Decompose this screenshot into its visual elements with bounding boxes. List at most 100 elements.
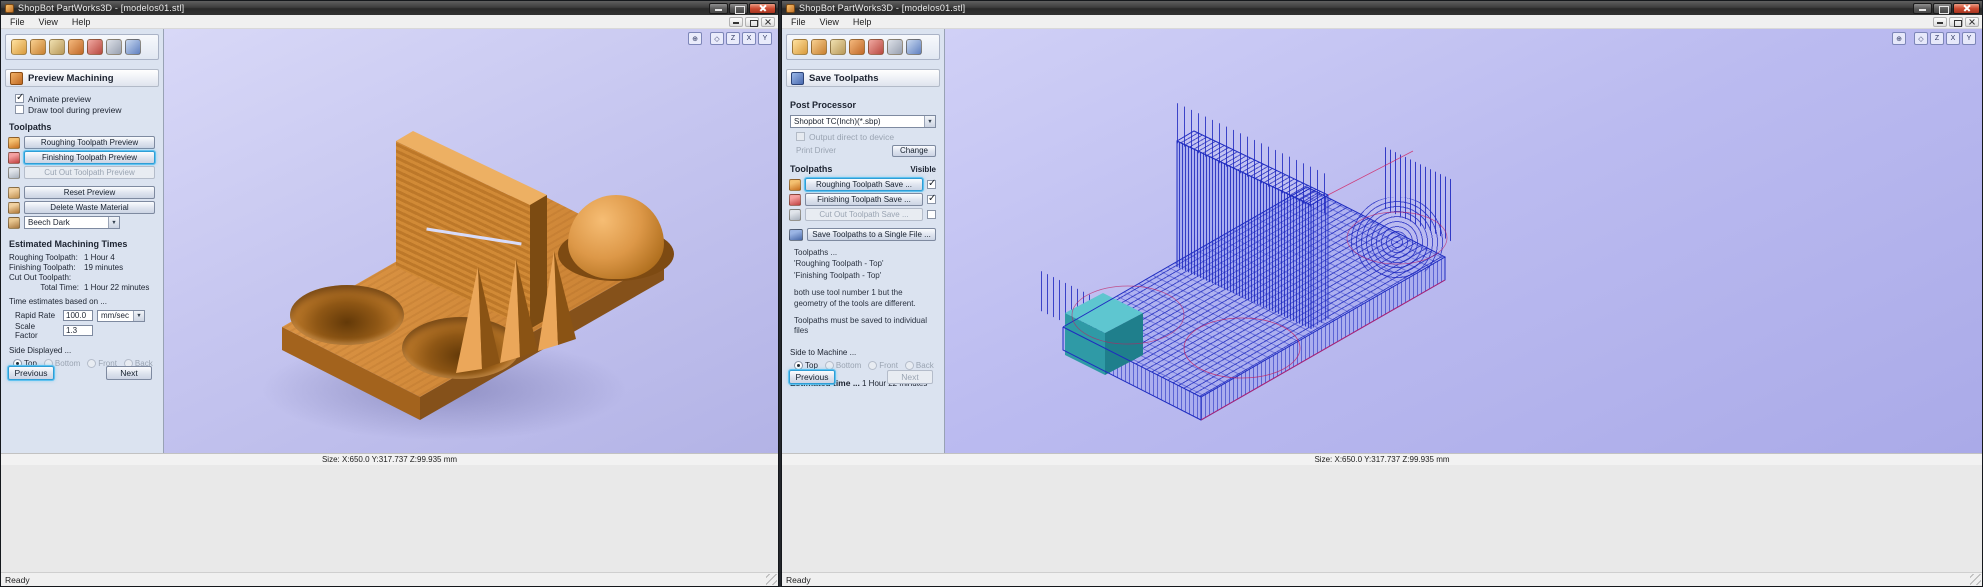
front-view-icon[interactable]: X bbox=[742, 32, 756, 45]
info-line: Toolpaths must be saved to individual fi… bbox=[794, 315, 927, 336]
maximize-button[interactable] bbox=[1933, 2, 1952, 14]
rapid-rate-unit-select[interactable]: mm/sec ▼ bbox=[97, 309, 145, 322]
side-view-icon[interactable]: Y bbox=[758, 32, 772, 45]
previous-button[interactable]: Previous bbox=[789, 370, 835, 384]
title-bar[interactable]: ShopBot PartWorks3D - [modelos01.stl] bbox=[1, 1, 778, 15]
finishing-visible-checkbox[interactable] bbox=[927, 193, 936, 204]
roughing-toolpath-preview-button[interactable]: Roughing Toolpath Preview bbox=[24, 136, 155, 149]
machining-preview-3d-view[interactable]: ⊕ ◇ Z X Y bbox=[164, 29, 778, 453]
cutout-toolpath-preview-button[interactable]: Cut Out Toolpath Preview bbox=[24, 166, 155, 179]
finishing-toolpath-preview-button[interactable]: Finishing Toolpath Preview bbox=[24, 151, 155, 164]
preview-machining-icon[interactable] bbox=[906, 39, 922, 55]
menu-view[interactable]: View bbox=[813, 16, 846, 28]
toolpath-wireframe-3d-view[interactable]: ⊕ ◇ Z X Y bbox=[945, 29, 1982, 453]
resize-grip[interactable] bbox=[1970, 574, 1981, 585]
material-setup-icon[interactable] bbox=[49, 39, 65, 55]
zoom-extents-icon[interactable]: ⊕ bbox=[1892, 32, 1906, 45]
ready-text: Ready bbox=[786, 574, 811, 585]
finishing-toolpath-save-button[interactable]: Finishing Toolpath Save ... bbox=[805, 193, 923, 206]
post-processor-label: Post Processor bbox=[790, 100, 857, 110]
zoom-extents-icon[interactable]: ⊕ bbox=[688, 32, 702, 45]
toolpath-wireframe bbox=[945, 29, 1565, 453]
isometric-view-icon[interactable]: ◇ bbox=[710, 32, 724, 45]
resize-grip[interactable] bbox=[766, 574, 777, 585]
delete-waste-material-button[interactable]: Delete Waste Material bbox=[24, 201, 155, 214]
next-button[interactable]: Next bbox=[887, 370, 933, 384]
window-title: ShopBot PartWorks3D - [modelos01.stl] bbox=[799, 3, 966, 13]
app-icon bbox=[786, 3, 795, 13]
change-driver-button[interactable]: Change bbox=[892, 144, 936, 157]
top-view-icon[interactable]: Z bbox=[726, 32, 740, 45]
material-setup-icon[interactable] bbox=[830, 39, 846, 55]
material-icon bbox=[8, 216, 20, 229]
window-title: ShopBot PartWorks3D - [modelos01.stl] bbox=[18, 3, 185, 13]
side-back-radio[interactable] bbox=[904, 360, 914, 370]
cutout-toolpath-save-button[interactable]: Cut Out Toolpath Save ... bbox=[805, 208, 923, 221]
close-button[interactable] bbox=[749, 2, 776, 14]
toolpaths-section-label: Toolpaths bbox=[9, 122, 52, 132]
cutout-toolpath-icon[interactable] bbox=[887, 39, 903, 55]
output-direct-checkbox[interactable] bbox=[796, 132, 805, 141]
maximize-button[interactable] bbox=[729, 2, 748, 14]
title-bar[interactable]: ShopBot PartWorks3D - [modelos01.stl] bbox=[782, 1, 1982, 15]
finishing-tool-icon bbox=[789, 193, 801, 206]
mdi-close-button[interactable] bbox=[1965, 16, 1979, 27]
menu-view[interactable]: View bbox=[32, 16, 65, 28]
menu-help[interactable]: Help bbox=[846, 16, 879, 28]
front-view-icon[interactable]: X bbox=[1946, 32, 1960, 45]
draw-tool-checkbox[interactable] bbox=[15, 105, 24, 114]
side-back-label: Back bbox=[915, 360, 934, 370]
rapid-rate-input[interactable]: 100.0 bbox=[63, 310, 93, 321]
menu-file[interactable]: File bbox=[784, 16, 813, 28]
cutout-visible-checkbox[interactable] bbox=[927, 210, 936, 219]
mdi-restore-button[interactable] bbox=[745, 16, 759, 27]
finishing-toolpath-icon[interactable] bbox=[868, 39, 884, 55]
scale-factor-input[interactable]: 1.3 bbox=[63, 325, 93, 336]
orient-model-icon[interactable] bbox=[30, 39, 46, 55]
finishing-time-value: 19 minutes bbox=[84, 263, 124, 272]
mdi-close-button[interactable] bbox=[761, 16, 775, 27]
side-top-radio[interactable] bbox=[794, 360, 803, 370]
side-front-radio[interactable] bbox=[868, 360, 878, 370]
material-select[interactable]: Beech Dark ▼ bbox=[24, 216, 120, 229]
info-line: both use tool number 1 but the geometry … bbox=[794, 288, 916, 308]
cutout-time-label: Cut Out Toolpath: bbox=[9, 273, 72, 282]
mdi-minimize-button[interactable] bbox=[1933, 16, 1947, 27]
next-button[interactable]: Next bbox=[106, 366, 152, 380]
panel-header: Preview Machining bbox=[5, 69, 159, 87]
roughing-visible-checkbox[interactable] bbox=[927, 178, 936, 189]
minimize-button[interactable] bbox=[709, 2, 728, 14]
side-bottom-radio[interactable] bbox=[824, 360, 834, 370]
info-line: Toolpaths ... bbox=[794, 248, 838, 257]
side-displayed-label: Side Displayed ... bbox=[9, 346, 72, 355]
save-single-file-button[interactable]: Save Toolpaths to a Single File ... bbox=[807, 228, 936, 241]
orient-model-icon[interactable] bbox=[811, 39, 827, 55]
time-estimates-note: Time estimates based on ... bbox=[9, 297, 107, 306]
post-processor-value: Shopbot TC(Inch)(*.sbp) bbox=[794, 117, 881, 126]
previous-button[interactable]: Previous bbox=[8, 366, 54, 380]
isometric-view-icon[interactable]: ◇ bbox=[1914, 32, 1928, 45]
load-model-icon[interactable] bbox=[11, 39, 27, 55]
load-model-icon[interactable] bbox=[792, 39, 808, 55]
roughing-toolpath-icon[interactable] bbox=[68, 39, 84, 55]
post-processor-select[interactable]: Shopbot TC(Inch)(*.sbp) ▼ bbox=[790, 115, 936, 128]
mdi-minimize-button[interactable] bbox=[729, 16, 743, 27]
size-statusbar: Size: X:650.0 Y:317.737 Z:99.935 mm bbox=[1, 453, 778, 465]
mdi-restore-button[interactable] bbox=[1949, 16, 1963, 27]
side-view-icon[interactable]: Y bbox=[1962, 32, 1976, 45]
cutout-toolpath-icon[interactable] bbox=[106, 39, 122, 55]
finishing-toolpath-icon[interactable] bbox=[87, 39, 103, 55]
info-line: 'Finishing Toolpath - Top' bbox=[794, 270, 882, 280]
menu-help[interactable]: Help bbox=[65, 16, 98, 28]
scale-factor-label: Scale Factor bbox=[15, 321, 38, 340]
reset-preview-icon bbox=[8, 186, 20, 199]
roughing-toolpath-icon[interactable] bbox=[849, 39, 865, 55]
reset-preview-button[interactable]: Reset Preview bbox=[24, 186, 155, 199]
preview-machining-icon[interactable] bbox=[125, 39, 141, 55]
close-button[interactable] bbox=[1953, 2, 1980, 14]
animate-preview-checkbox[interactable] bbox=[15, 92, 24, 103]
menu-file[interactable]: File bbox=[3, 16, 32, 28]
minimize-button[interactable] bbox=[1913, 2, 1932, 14]
roughing-toolpath-save-button[interactable]: Roughing Toolpath Save ... bbox=[805, 178, 923, 191]
top-view-icon[interactable]: Z bbox=[1930, 32, 1944, 45]
